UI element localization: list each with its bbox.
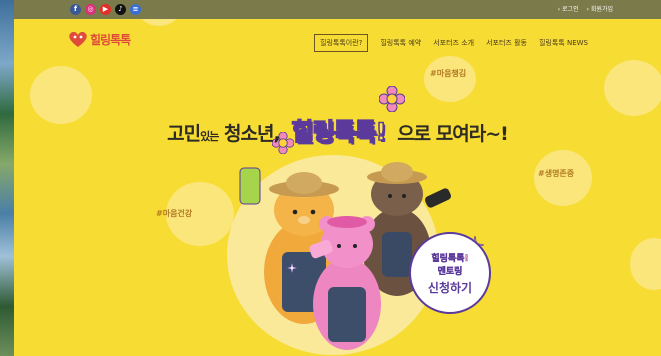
website-page: f ◎ ▶ ♪ ≡ › 로그인 › 회원가입 힐링톡톡 힐링톡톡이란? 힐링톡톡 예약 … [14,0,661,356]
headline-part1-small: 있는 [200,130,219,143]
instagram-icon[interactable]: ◎ [85,4,96,15]
hero-headline: 고민있는 청소년, 힐링톡톡! 으로 모여라~! [14,112,661,147]
youtube-icon[interactable]: ▶ [100,4,111,15]
nav-item-news[interactable]: 힐링톡톡 NEWS [539,38,588,48]
headline-brand: 힐링톡톡! [291,117,388,147]
headline-part3: 으로 모여라~! [397,123,509,145]
mentoring-apply-button[interactable]: 힐링톡톡! 멘토링 신청하기 [409,232,491,314]
heart-logo-icon [69,31,87,47]
main-navigation: 힐링톡톡이란? 힐링톡톡 예약 서포터즈 소개 서포터즈 활동 힐링톡톡 NEW… [314,34,588,52]
logo-text: 힐링톡톡 [90,32,131,47]
deco-bubble [424,56,476,102]
nav-item-supporters-intro[interactable]: 서포터즈 소개 [433,38,474,48]
badge-line3: 신청하기 [427,280,473,295]
account-links: › 로그인 › 회원가입 [558,4,613,13]
nav-item-about[interactable]: 힐링톡톡이란? [314,34,369,52]
background-landscape-strip [0,0,14,356]
hashtag-mind-health: #마음건강 [156,209,193,218]
nav-item-reservation[interactable]: 힐링톡톡 예약 [380,38,421,48]
nav-item-supporters-activity[interactable]: 서포터즈 활동 [486,38,527,48]
login-link[interactable]: › 로그인 [558,4,579,13]
kakao-icon[interactable]: ≡ [130,4,141,15]
social-links: f ◎ ▶ ♪ ≡ [70,4,141,15]
signup-link[interactable]: › 회원가입 [587,4,613,13]
badge-line1: 힐링톡톡! [431,253,469,264]
deco-bubble [604,60,661,116]
tiktok-icon[interactable]: ♪ [115,4,126,15]
headline-part1: 고민 [167,123,201,145]
flower-icon [379,86,405,112]
site-logo[interactable]: 힐링톡톡 [68,28,131,50]
facebook-icon[interactable]: f [70,4,81,15]
badge-line2: 멘토링 [437,266,463,277]
hashtag-mind-care: #마음챙김 [430,69,467,78]
headline-part2: 청소년, [224,123,281,145]
deco-bubble [630,238,661,290]
sparkle-icon [286,262,298,274]
hashtag-respect-life: #생명존중 [538,169,575,178]
top-utility-bar: f ◎ ▶ ♪ ≡ › 로그인 › 회원가입 [14,0,661,19]
